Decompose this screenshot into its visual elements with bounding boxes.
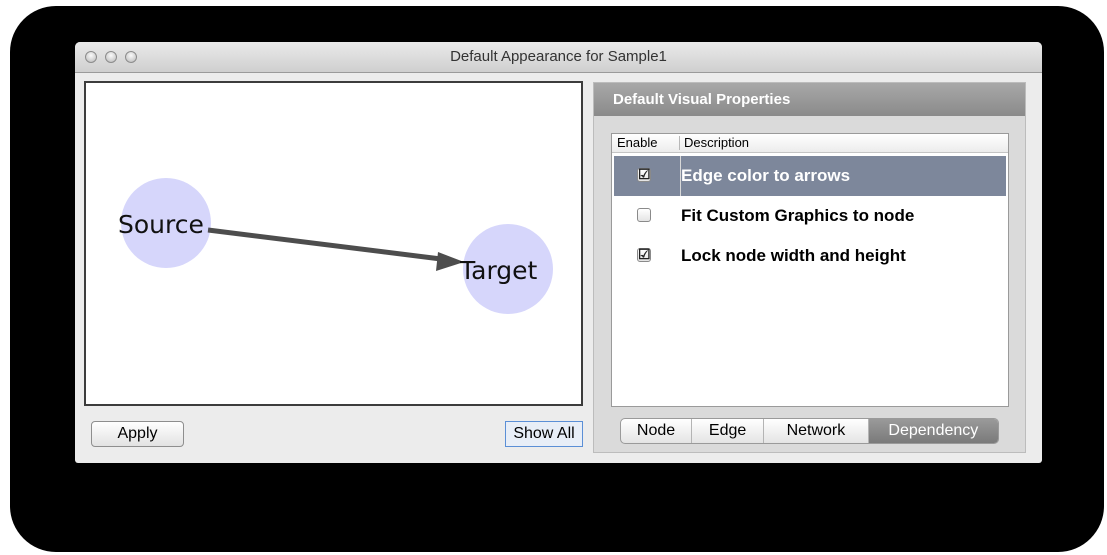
row-description: Fit Custom Graphics to node [681, 206, 915, 225]
enable-checkbox[interactable]: ☑ [637, 247, 651, 262]
tab-bar: Node Edge Network Dependency [620, 418, 999, 444]
network-preview-canvas[interactable]: Source Target [84, 81, 583, 406]
tab-node[interactable]: Node [621, 419, 693, 443]
tab-network[interactable]: Network [764, 419, 869, 443]
title-bar[interactable]: Default Appearance for Sample1 [75, 42, 1042, 73]
source-node-label: Source [118, 210, 204, 239]
table-row[interactable]: ☑ Edge color to arrows [614, 156, 1006, 196]
apply-button[interactable]: Apply [91, 421, 184, 447]
network-graph: Source Target [118, 178, 553, 314]
tab-edge[interactable]: Edge [692, 419, 765, 443]
table-row[interactable]: ☑ Lock node width and height [614, 236, 1006, 276]
table-row[interactable]: Fit Custom Graphics to node [614, 196, 1006, 236]
graph-edge[interactable] [207, 227, 442, 262]
tab-dependency[interactable]: Dependency [868, 419, 998, 443]
enable-checkbox[interactable] [637, 208, 651, 222]
row-description: Lock node width and height [681, 246, 906, 265]
window-title: Default Appearance for Sample1 [450, 48, 667, 65]
dialog-window: Default Appearance for Sample1 Source Ta… [75, 42, 1042, 463]
row-description: Edge color to arrows [681, 166, 851, 185]
show-all-button[interactable]: Show All [505, 421, 583, 447]
table-header: Enable Description [612, 134, 1008, 153]
enable-column-header[interactable]: Enable [617, 135, 657, 150]
enable-checkbox[interactable]: ☑ [637, 167, 651, 182]
dependency-table: Enable Description ☑ Edge color to arrow… [611, 133, 1009, 407]
panel-header: Default Visual Properties [594, 83, 1025, 116]
column-divider [679, 136, 680, 150]
visual-properties-panel: Default Visual Properties Enable Descrip… [593, 82, 1026, 453]
description-column-header[interactable]: Description [684, 135, 749, 150]
target-node-label: Target [459, 256, 538, 285]
